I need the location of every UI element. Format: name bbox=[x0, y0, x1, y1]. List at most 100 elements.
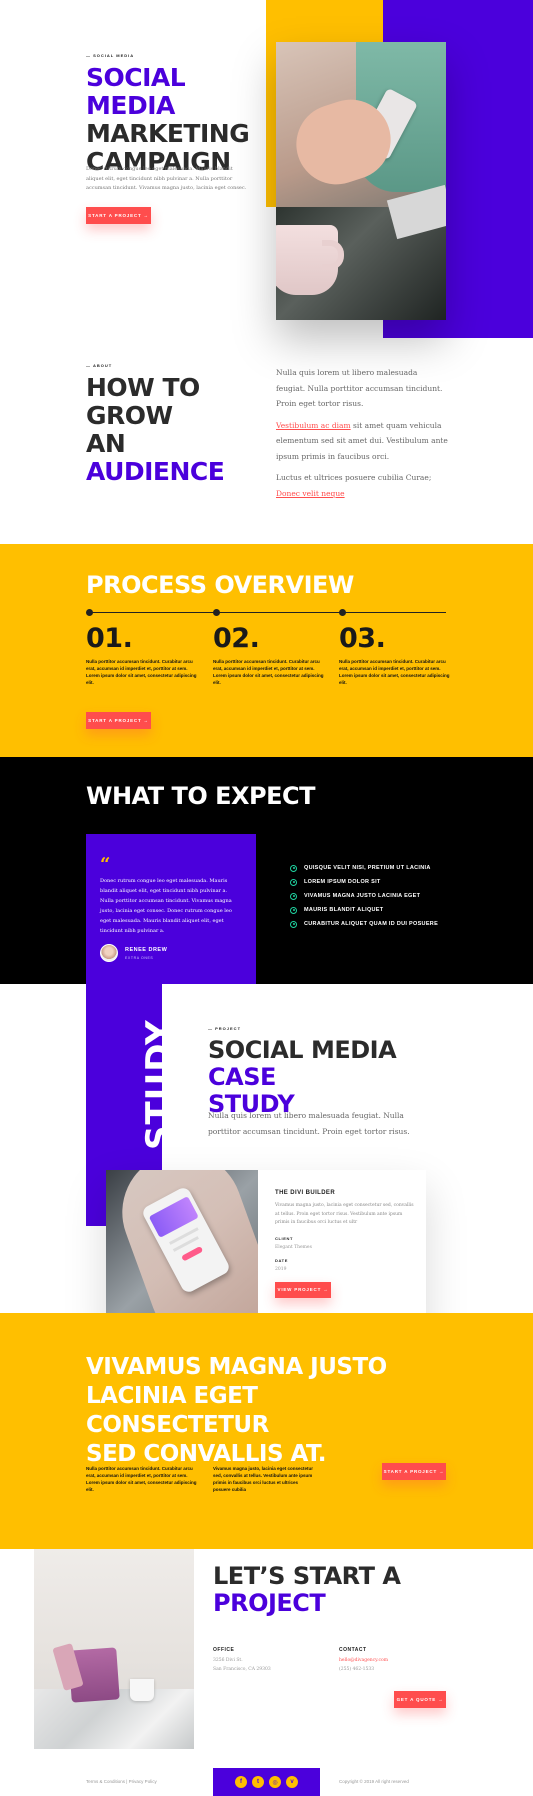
office-line1: 3256 Divi St. bbox=[213, 1658, 243, 1663]
hero-eyebrow-text: Social Media bbox=[93, 53, 135, 58]
about-title-an: AN bbox=[86, 429, 126, 458]
about-text: Nulla quis lorem ut libero malesuada feu… bbox=[276, 365, 448, 501]
about-eyebrow-text: About bbox=[92, 363, 113, 368]
office-label: OFFICE bbox=[213, 1647, 235, 1653]
process-step-1: 01. Nulla porttitor accumsan tincidunt. … bbox=[86, 623, 198, 686]
testimonial-quote: Donec rutrum congue leo eget malesuada. … bbox=[100, 878, 232, 934]
case-card-title: THE DIVI BUILDER bbox=[275, 1190, 336, 1196]
checklist-item: VIVAMUS MAGNA JUSTO LACINIA EGET bbox=[290, 889, 438, 903]
contact-email-link[interactable]: hello@divagency.com bbox=[339, 1658, 449, 1663]
contact-title: LET’S START A PROJECT bbox=[213, 1563, 453, 1617]
quote-icon: “ bbox=[100, 854, 111, 875]
date-value: 2019 bbox=[275, 1266, 287, 1272]
checklist-item: LOREM IPSUM DOLOR SIT bbox=[290, 875, 438, 889]
author-info: RENEE DREW Extra Ones bbox=[125, 947, 167, 960]
hero-cta-button[interactable]: Start a Project → bbox=[86, 207, 151, 224]
banner-col2: Vivamus magna justo, lacinia eget consec… bbox=[213, 1466, 313, 1492]
expect-title: WHAT TO EXPECT bbox=[86, 782, 316, 810]
banner-cta-button[interactable]: Start a Project → bbox=[382, 1463, 446, 1480]
author-name: RENEE DREW bbox=[125, 946, 168, 953]
about-p2-link[interactable]: Vestibulum ac diam bbox=[276, 421, 351, 430]
instagram-icon[interactable]: ◎ bbox=[269, 1776, 281, 1788]
date-label: DATE bbox=[275, 1257, 288, 1263]
check-circle-icon bbox=[290, 920, 297, 928]
author-role: Extra Ones bbox=[125, 955, 154, 960]
process-step-text: Nulla porttitor accumsan tincidunt. Cura… bbox=[86, 659, 197, 686]
process-step-2: 02. Nulla porttitor accumsan tincidunt. … bbox=[213, 623, 325, 686]
footer-links[interactable]: Terms & Conditions | Privacy Policy bbox=[86, 1779, 157, 1784]
view-project-button[interactable]: View Project → bbox=[275, 1281, 331, 1298]
client-value: Elegant Themes bbox=[275, 1244, 312, 1250]
hero-photo bbox=[276, 42, 446, 320]
about-title: HOW TO GROW AN AUDIENCE bbox=[86, 374, 266, 486]
case-card-content: THE DIVI BUILDER Vivamus magna justo, la… bbox=[275, 1190, 415, 1298]
about-p3-link[interactable]: Donec velit neque bbox=[276, 489, 345, 498]
about-p3-text: Luctus et ultrices posuere cubilia Curae… bbox=[276, 473, 432, 482]
case-title-part: SOCIAL MEDIA bbox=[208, 1036, 397, 1064]
process-step-number: 03. bbox=[339, 623, 386, 654]
about-title-line1: HOW TO GROW bbox=[86, 373, 200, 430]
process-step-3: 03. Nulla porttitor accumsan tincidunt. … bbox=[339, 623, 451, 686]
case-vertical-text-wrap: STUDY bbox=[139, 1019, 179, 1150]
process-step-text: Nulla porttitor accumsan tincidunt. Cura… bbox=[213, 659, 324, 686]
facebook-icon[interactable]: f bbox=[235, 1776, 247, 1788]
check-circle-icon bbox=[290, 892, 297, 900]
checklist-item-text: VIVAMUS MAGNA JUSTO LACINIA EGET bbox=[304, 893, 421, 899]
expect-checklist: QUISQUE VELIT NISI, PRETIUM UT LACINIA L… bbox=[290, 861, 438, 931]
banner-title-line2: LACINIA EGET CONSECTETUR bbox=[86, 1383, 269, 1438]
checklist-item-text: QUISQUE VELIT NISI, PRETIUM UT LACINIA bbox=[304, 865, 431, 871]
process-dot-1 bbox=[86, 609, 93, 616]
vimeo-icon[interactable]: v bbox=[286, 1776, 298, 1788]
checklist-item: QUISQUE VELIT NISI, PRETIUM UT LACINIA bbox=[290, 861, 438, 875]
get-quote-button[interactable]: Get a Quote → bbox=[394, 1691, 446, 1708]
contact-photo bbox=[34, 1549, 194, 1749]
footer-copyright: Copyright © 2019 All right reserved bbox=[339, 1779, 409, 1784]
check-circle-icon bbox=[290, 906, 297, 914]
case-card: THE DIVI BUILDER Vivamus magna justo, la… bbox=[106, 1170, 426, 1332]
case-eyebrow-text: Project bbox=[215, 1026, 242, 1031]
check-circle-icon bbox=[290, 878, 297, 886]
contact-title-line2: PROJECT bbox=[213, 1588, 326, 1617]
about-title-line2: AN AUDIENCE bbox=[86, 430, 266, 486]
checklist-item-text: CURABITUR ALIQUET QUAM ID DUI POSUERE bbox=[304, 921, 439, 927]
checklist-item-text: LOREM IPSUM DOLOR SIT bbox=[304, 879, 381, 885]
hero-body: Donec rutrum congue leo eget malesuada. … bbox=[86, 166, 247, 191]
about-eyebrow: — About bbox=[86, 363, 112, 368]
about-paragraph-2: Vestibulum ac diam sit amet quam vehicul… bbox=[276, 418, 448, 465]
about-paragraph-3: Luctus et ultrices posuere cubilia Curae… bbox=[276, 470, 448, 501]
about-paragraph-1: Nulla quis lorem ut libero malesuada feu… bbox=[276, 365, 448, 412]
case-title-highlight: CASE bbox=[208, 1062, 276, 1091]
checklist-item: MAURIS BLANDIT ALIQUET bbox=[290, 903, 438, 917]
process-title: PROCESS OVERVIEW bbox=[86, 571, 354, 599]
case-title-line1: SOCIAL MEDIA CASE bbox=[208, 1037, 448, 1091]
footer-social-bar: f t ◎ v bbox=[213, 1768, 320, 1796]
about-title-highlight: AUDIENCE bbox=[86, 457, 225, 486]
office-block: OFFICE 3256 Divi St. San Francisco, CA 2… bbox=[213, 1647, 323, 1672]
process-step-text: Nulla porttitor accumsan tincidunt. Cura… bbox=[339, 659, 450, 686]
case-eyebrow: — Project bbox=[208, 1026, 241, 1031]
about-p1-text: Nulla quis lorem ut libero malesuada feu… bbox=[276, 368, 443, 408]
case-vertical-text: STUDY bbox=[139, 1019, 179, 1150]
office-line2: San Francisco, CA 29303 bbox=[213, 1667, 271, 1672]
process-step-number: 02. bbox=[213, 623, 260, 654]
case-card-photo bbox=[106, 1170, 258, 1332]
hero-eyebrow: — Social Media bbox=[86, 53, 134, 58]
banner-col1: Nulla porttitor accumsan tincidunt. Cura… bbox=[86, 1466, 197, 1492]
expect-section: WHAT TO EXPECT QUISQUE VELIT NISI, PRETI… bbox=[0, 757, 533, 984]
process-dot-3 bbox=[339, 609, 346, 616]
checklist-item: CURABITUR ALIQUET QUAM ID DUI POSUERE bbox=[290, 917, 438, 931]
case-card-body: Vivamus magna justo, lacinia eget consec… bbox=[275, 1203, 414, 1225]
checklist-item-text: MAURIS BLANDIT ALIQUET bbox=[304, 907, 384, 913]
contact-label: CONTACT bbox=[339, 1647, 367, 1653]
avatar bbox=[100, 944, 118, 962]
banner-section: VIVAMUS MAGNA JUSTO LACINIA EGET CONSECT… bbox=[0, 1313, 533, 1549]
banner-title: VIVAMUS MAGNA JUSTO LACINIA EGET CONSECT… bbox=[86, 1353, 446, 1469]
twitter-icon[interactable]: t bbox=[252, 1776, 264, 1788]
process-cta-button[interactable]: Start a Project → bbox=[86, 712, 151, 729]
hero-title-line1: SOCIAL MEDIA bbox=[86, 63, 186, 120]
contact-block: CONTACT hello@divagency.com (255) 462-15… bbox=[339, 1647, 449, 1672]
testimonial-card: “ Donec rutrum congue leo eget malesuada… bbox=[86, 834, 256, 962]
process-timeline bbox=[89, 612, 446, 613]
hero-title: SOCIAL MEDIA MARKETING CAMPAIGN bbox=[86, 64, 276, 176]
process-step-number: 01. bbox=[86, 623, 133, 654]
